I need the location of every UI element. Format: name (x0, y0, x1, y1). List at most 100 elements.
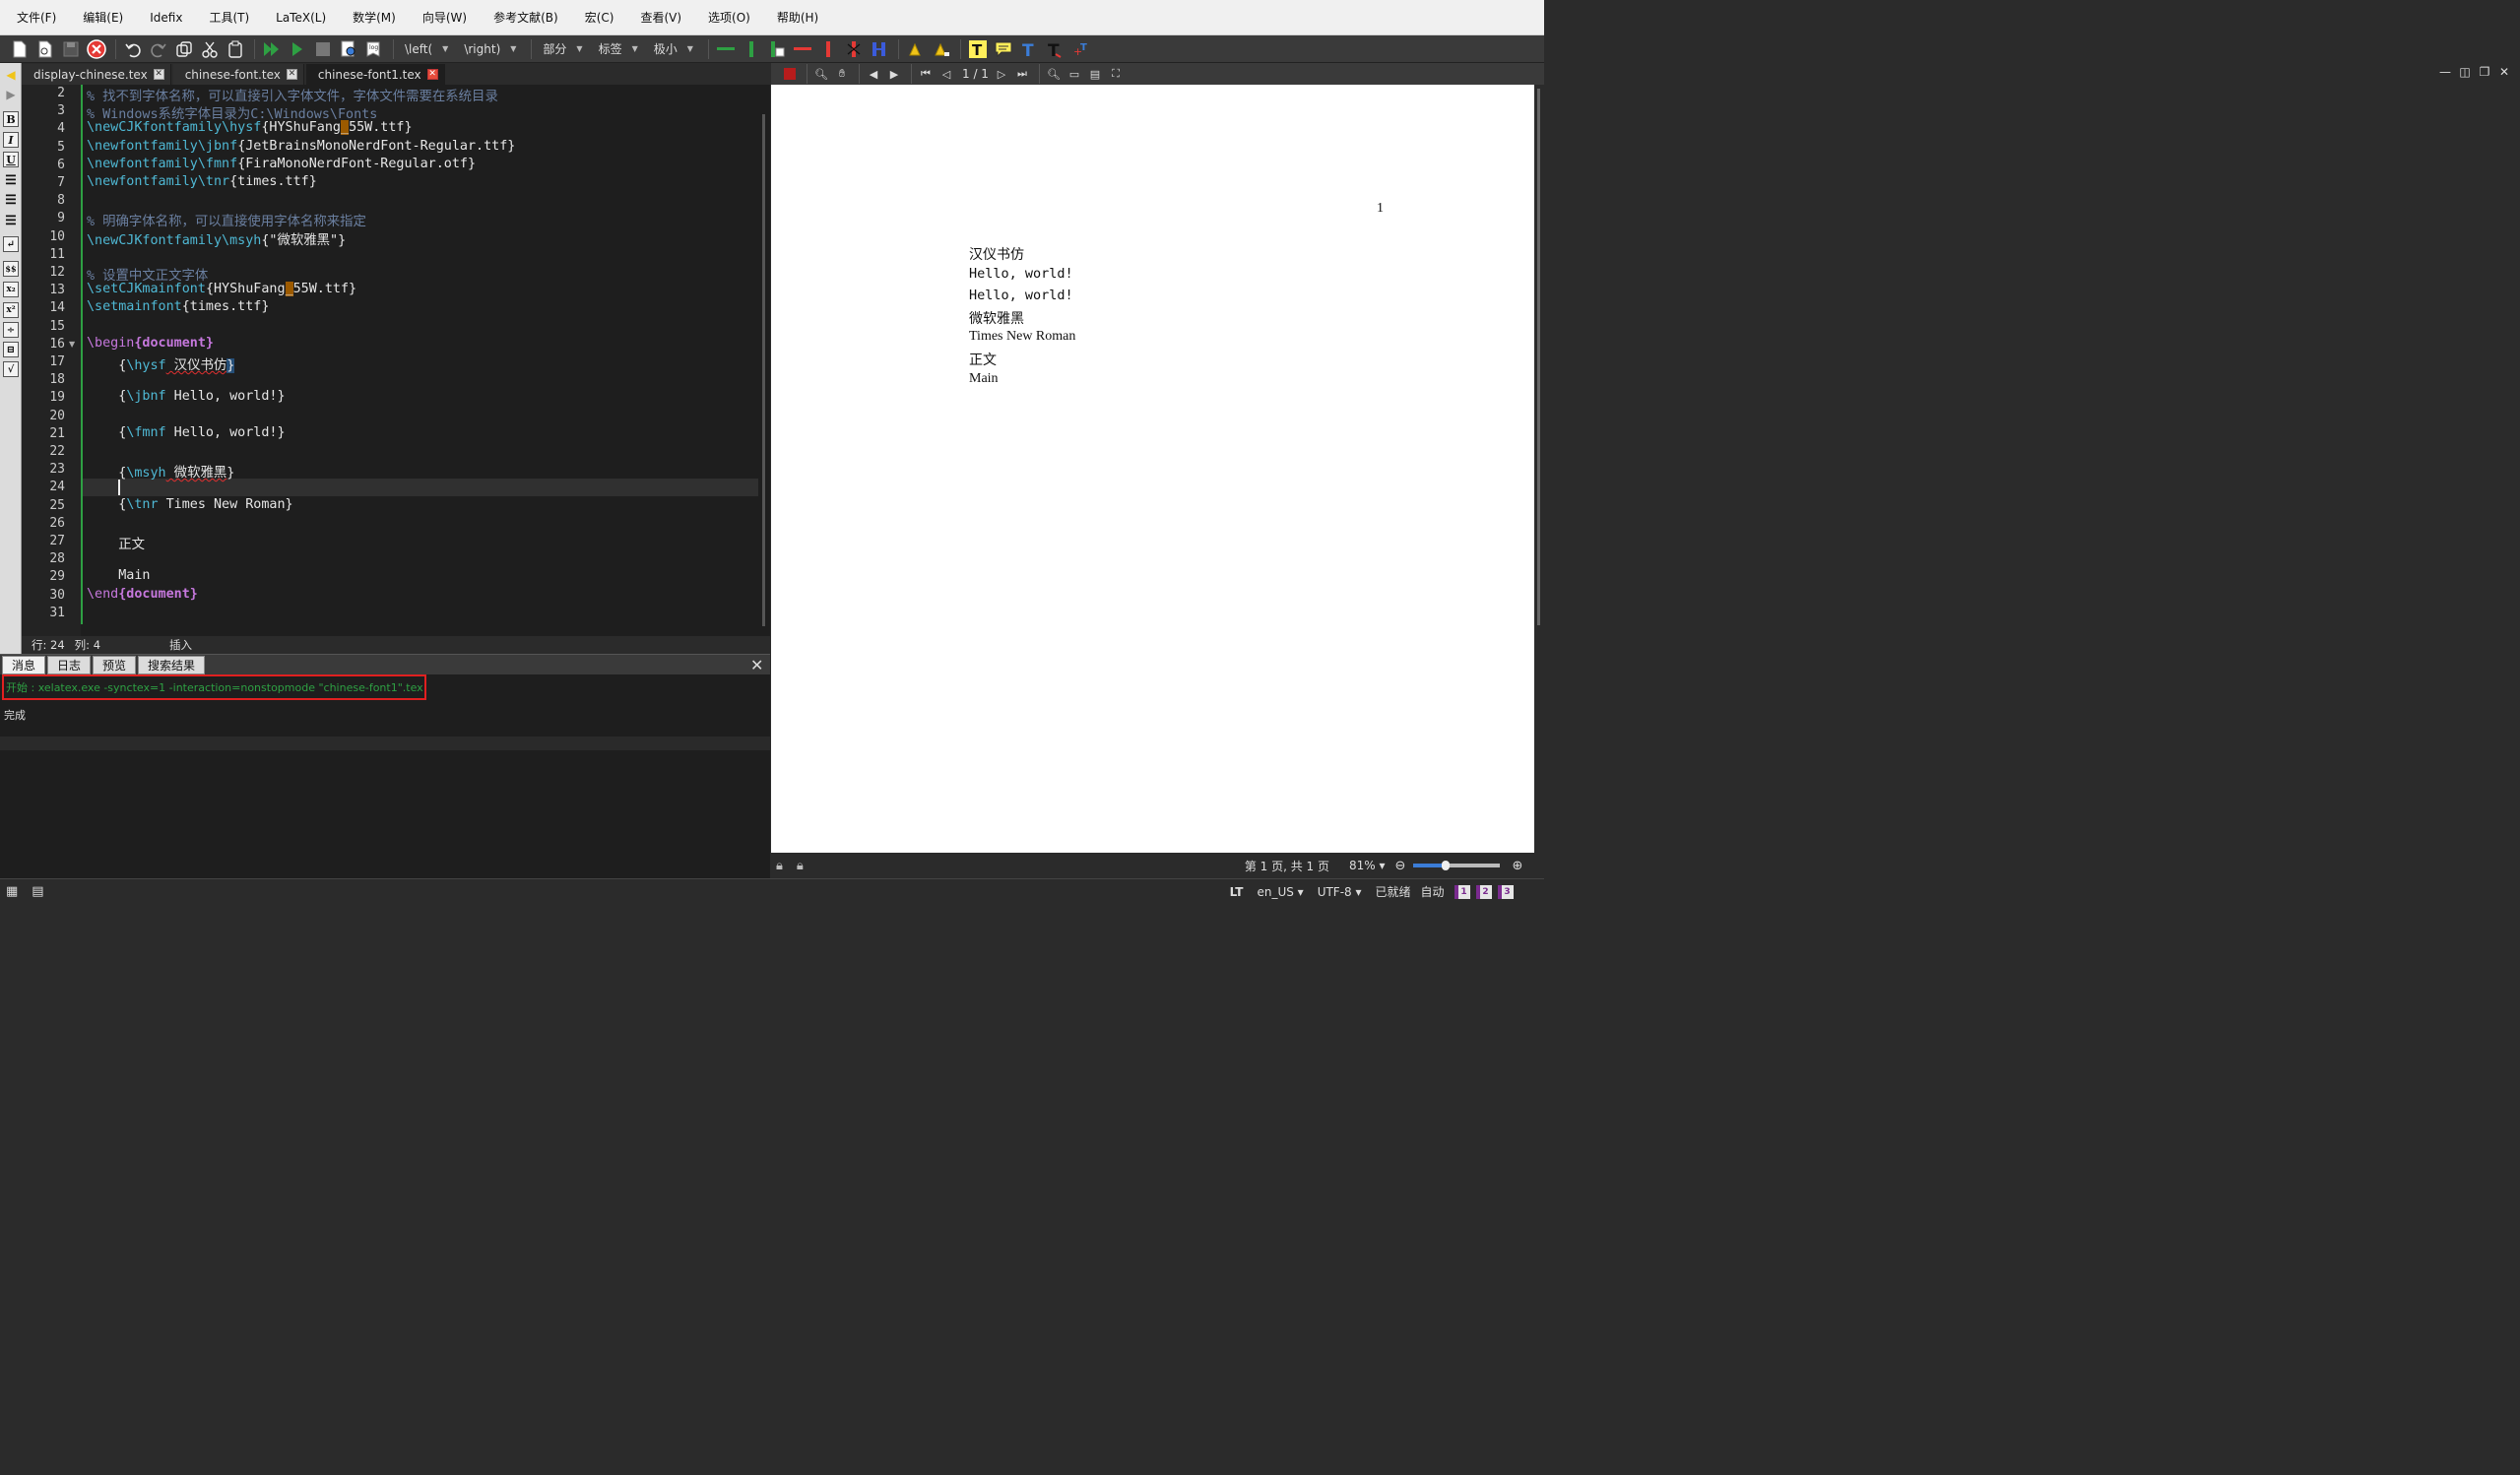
copy-button[interactable] (172, 37, 196, 61)
text-strike-icon[interactable]: T (1043, 37, 1066, 61)
zoom-out-icon[interactable]: ⊖ (1395, 859, 1406, 873)
tab-messages[interactable]: 消息 (2, 656, 46, 674)
highlight-marker-alt-icon[interactable] (930, 37, 953, 61)
superscript-icon[interactable]: x² (3, 302, 19, 318)
superscript-icon[interactable]: + T (1068, 37, 1092, 61)
menu-bibliography[interactable]: 参考文献(B) (483, 9, 574, 26)
page-indicator[interactable]: 1 / 1 (962, 67, 989, 81)
paste-button[interactable] (224, 37, 247, 61)
menu-macros[interactable]: 宏(C) (574, 9, 630, 26)
view-log-button[interactable]: log (362, 37, 386, 61)
close-document-button[interactable] (85, 37, 108, 61)
table-delete-icon[interactable] (842, 37, 866, 61)
compile-button[interactable] (286, 37, 309, 61)
align-left-icon[interactable]: ☰ (3, 172, 19, 188)
newline-icon[interactable]: ↵ (3, 236, 19, 252)
editor-scrollbar[interactable] (762, 114, 765, 626)
new-file-button[interactable] (8, 37, 32, 61)
underline-icon[interactable]: U (3, 152, 19, 167)
split-icon[interactable]: ◫ (2455, 65, 2475, 79)
maximize-icon[interactable]: ❐ (2475, 65, 2494, 79)
encoding-selector[interactable]: UTF-8 ▾ (1318, 885, 1362, 899)
table-add-row-icon[interactable] (714, 37, 738, 61)
text-bold-box-icon[interactable]: T (966, 37, 990, 61)
lock-icon[interactable]: 🔒︎ (776, 859, 783, 873)
magnifier-icon[interactable]: 🔍︎ (812, 65, 830, 83)
table-remove-row-icon[interactable] (791, 37, 814, 61)
comment-bubble-icon[interactable] (992, 37, 1015, 61)
back-arrow-icon[interactable]: ◀ (865, 65, 882, 83)
tab-preview[interactable]: 预览 (93, 656, 137, 674)
table-remove-column-icon[interactable] (816, 37, 840, 61)
italic-icon[interactable]: I (3, 132, 19, 148)
last-page-icon[interactable]: ⏭︎ (1013, 65, 1031, 83)
zoom-level[interactable]: 81% ▾ (1349, 859, 1386, 872)
undo-button[interactable] (121, 37, 145, 61)
search-icon[interactable]: 🔍︎ (1045, 65, 1063, 83)
menu-math[interactable]: 数学(M) (342, 9, 412, 26)
first-page-icon[interactable]: ⏮︎ (917, 65, 935, 83)
left-delimiter-combo[interactable]: \left(▼ (399, 38, 454, 60)
align-right-icon[interactable]: ☰ (3, 213, 19, 228)
menu-latex[interactable]: LaTeX(L) (265, 11, 342, 25)
menu-idefix[interactable]: Idefix (139, 11, 198, 25)
font-size-combo[interactable]: 极小 ▼ (648, 38, 699, 60)
close-icon[interactable]: ✕ (426, 69, 438, 80)
new-from-template-button[interactable] (33, 37, 57, 61)
menu-edit[interactable]: 编辑(E) (72, 9, 139, 26)
lock-sync-icon[interactable]: 🔒︎ (797, 859, 804, 873)
close-icon[interactable]: ✕ (153, 69, 164, 80)
structure-view-icon[interactable]: ▦ (6, 884, 18, 899)
arrow-left-icon[interactable]: ◀ (3, 67, 19, 83)
close-icon[interactable]: ✕ (2494, 65, 2514, 79)
tab-search-results[interactable]: 搜索结果 (138, 656, 206, 674)
redo-button[interactable] (147, 37, 170, 61)
fold-arrow-icon[interactable]: ▼ (69, 340, 75, 349)
previous-page-icon[interactable]: ◁ (937, 65, 955, 83)
subscript-icon[interactable]: x₂ (3, 282, 19, 297)
menu-tools[interactable]: 工具(T) (198, 9, 265, 26)
languagetool-indicator[interactable]: LT (1230, 885, 1244, 899)
pdf-app-icon[interactable] (781, 65, 799, 83)
bookmark-badge[interactable]: 2 (1475, 884, 1492, 899)
bold-icon[interactable]: B (3, 111, 19, 127)
zoom-in-icon[interactable]: ⊕ (1512, 859, 1522, 873)
code-editor[interactable]: ▼ 2 3 4 5 6 7 8 9 10 11 12 13 14 15 16 1… (22, 85, 770, 636)
fit-window-icon[interactable]: ⛶ (1107, 65, 1125, 83)
table-insert-icon[interactable] (765, 37, 789, 61)
right-delimiter-combo[interactable]: \right) ▼ (458, 38, 522, 60)
tab-log[interactable]: 日志 (47, 656, 92, 674)
pdf-scroll-thumb[interactable] (1537, 89, 1540, 625)
bookmark-badge[interactable]: 3 (1497, 884, 1514, 899)
messages-view-icon[interactable]: ▤ (32, 884, 43, 899)
single-page-icon[interactable]: ▭ (1066, 65, 1083, 83)
menu-file[interactable]: 文件(F) (6, 9, 72, 26)
menu-help[interactable]: 帮助(H) (766, 9, 834, 26)
inline-math-icon[interactable]: $$ (3, 261, 19, 277)
table-align-icon[interactable] (868, 37, 891, 61)
highlight-marker-icon[interactable] (904, 37, 928, 61)
bookmark-badge[interactable]: 1 (1454, 884, 1470, 899)
label-combo[interactable]: 标签 ▼ (593, 38, 644, 60)
sqrt-icon[interactable]: √ (3, 361, 19, 377)
forward-arrow-icon[interactable]: ▶ (885, 65, 903, 83)
tab-chinese-font[interactable]: chinese-font.tex ✕ (172, 64, 304, 85)
text-blue-icon[interactable]: T (1017, 37, 1041, 61)
dfrac-icon[interactable]: ⊟ (3, 342, 19, 357)
pdf-scrollbar[interactable] (1534, 85, 1544, 853)
pdf-viewer[interactable]: 1 汉仪书仿 Hello, world! Hello, world! 微软雅黑 … (771, 85, 1534, 853)
table-add-column-icon[interactable] (740, 37, 763, 61)
menu-wizards[interactable]: 向导(W) (412, 9, 483, 26)
tab-chinese-font1[interactable]: chinese-font1.tex ✕ (305, 64, 445, 85)
close-icon[interactable]: ✕ (286, 69, 297, 80)
view-pdf-button[interactable] (337, 37, 360, 61)
tab-display-chinese[interactable]: display-chinese.tex ✕ (22, 64, 171, 85)
arrow-right-icon[interactable]: ▶ (3, 87, 19, 102)
hand-pan-icon[interactable]: ✋︎ (833, 65, 851, 83)
build-and-view-button[interactable] (260, 37, 284, 61)
save-button[interactable] (59, 37, 83, 61)
minimize-icon[interactable]: — (2435, 65, 2455, 79)
zoom-slider-handle[interactable] (1442, 861, 1451, 870)
fraction-icon[interactable]: ÷ (3, 322, 19, 338)
zoom-slider[interactable] (1413, 861, 1501, 870)
